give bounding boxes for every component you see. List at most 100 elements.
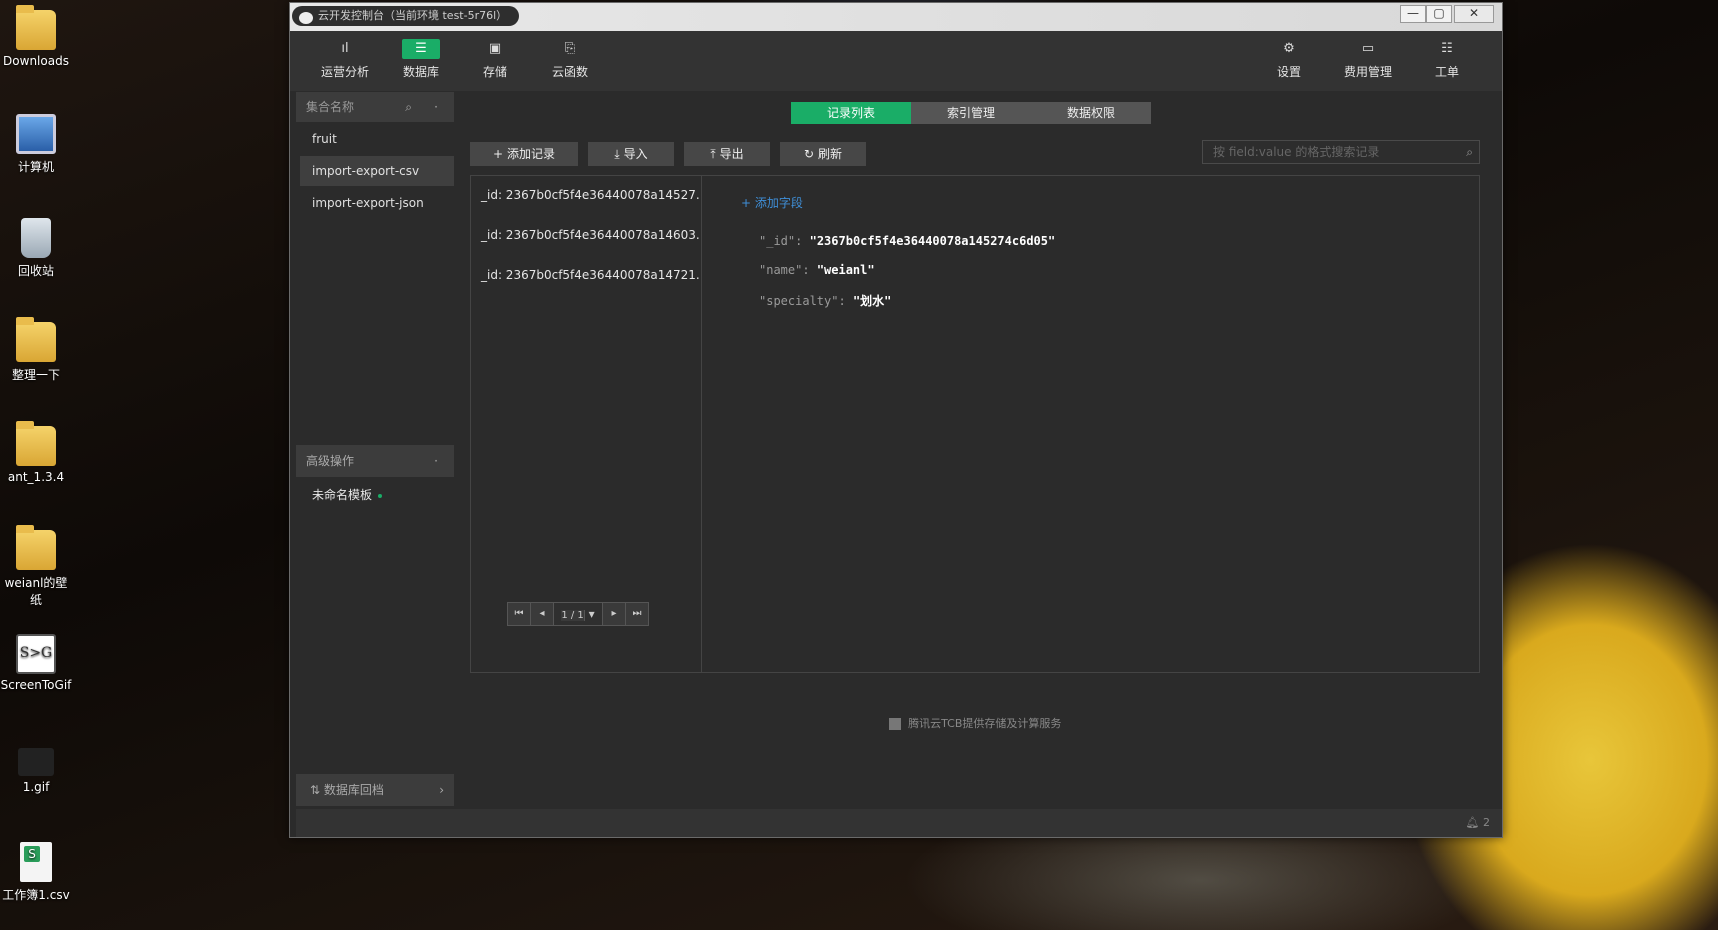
button-label: 导入 [623, 147, 648, 161]
screentogif-icon: S>G [16, 634, 56, 674]
desktop-icon-csv[interactable]: 工作簿1.csv [0, 842, 72, 903]
tool-settings[interactable]: ⚙ 设置 [1254, 39, 1324, 80]
tool-functions[interactable]: ⎘ 云函数 [535, 39, 605, 80]
desktop-icon-label: 整理一下 [11, 368, 60, 382]
advanced-item-template[interactable]: 未命名模板 [312, 486, 383, 503]
minimize-button[interactable]: — [1400, 5, 1426, 23]
provider-note: 腾讯云TCB提供存储及计算服务 [470, 715, 1480, 731]
provider-note-text: 腾讯云TCB提供存储及计算服务 [908, 717, 1062, 730]
ticket-icon: ☷ [1441, 41, 1453, 56]
advanced-header[interactable]: 高级操作 · [296, 445, 454, 477]
app-window: 云开发控制台（当前环境 test-5r76l） — ▢ ✕ ıl 运营分析 ☰ … [289, 2, 1503, 838]
top-toolbar: ıl 运营分析 ☰ 数据库 ▣ 存储 ⎘ 云函数 ⚙ 设置 ▭ 费用管理 ☷ 工… [290, 31, 1502, 91]
record-item[interactable]: _id: 2367b0cf5f4e36440078a14603... [471, 216, 701, 256]
search-icon[interactable]: ⌕ [405, 92, 412, 122]
tab-index-management[interactable]: 索引管理 [911, 102, 1031, 124]
maximize-button[interactable]: ▢ [1426, 5, 1452, 23]
database-icon: ☰ [402, 39, 440, 59]
page-select[interactable]: 1 / 1 ▾ [554, 603, 603, 625]
notification-bell[interactable]: 🔔︎ 2 [1466, 816, 1490, 829]
collection-header-label: 集合名称 [306, 100, 355, 114]
collection-header: 集合名称 ⌕ · [296, 92, 454, 122]
desktop-icon-recycle-bin[interactable]: 回收站 [0, 218, 72, 279]
status-bar: 🔔︎ 2 [296, 809, 1502, 837]
first-page-icon[interactable]: ⏮ [508, 603, 531, 625]
gif-file-icon [18, 748, 54, 776]
button-label: 刷新 [817, 147, 842, 161]
tool-label: 运营分析 [320, 65, 369, 79]
plus-icon: + [741, 196, 752, 210]
upload-icon: ⤒ [710, 147, 716, 161]
billing-icon: ▭ [1361, 41, 1375, 56]
tab-data-permissions[interactable]: 数据权限 [1031, 102, 1151, 124]
title-bar[interactable]: 云开发控制台（当前环境 test-5r76l） — ▢ ✕ [290, 3, 1502, 31]
records-panel: _id: 2367b0cf5f4e36440078a14527... _id: … [470, 175, 1480, 673]
tool-analytics[interactable]: ıl 运营分析 [310, 39, 380, 80]
folder-icon [16, 5, 56, 50]
tab-bar: 记录列表 索引管理 数据权限 [791, 102, 1151, 124]
add-field-label: 添加字段 [754, 196, 803, 210]
desktop-icon-label: ScreenToGif [0, 678, 72, 692]
desktop-icon-screentogif[interactable]: S>G ScreenToGif [0, 634, 72, 692]
desktop-icon-computer[interactable]: 计算机 [0, 114, 72, 175]
tool-database[interactable]: ☰ 数据库 [386, 39, 456, 80]
add-template-icon[interactable]: · [434, 445, 438, 477]
prev-page-icon[interactable]: ◂ [531, 603, 554, 625]
tool-label: 设置 [1276, 65, 1301, 79]
close-button[interactable]: ✕ [1454, 5, 1494, 23]
folder-icon [16, 317, 56, 362]
tool-billing[interactable]: ▭ 费用管理 [1333, 39, 1403, 80]
import-button[interactable]: ⤓ 导入 [588, 142, 674, 166]
tool-storage[interactable]: ▣ 存储 [460, 39, 530, 80]
tab-record-list[interactable]: 记录列表 [791, 102, 911, 124]
field-value[interactable]: "2367b0cf5f4e36440078a145274c6d05" [810, 234, 1056, 248]
add-record-button[interactable]: + 添加记录 [470, 142, 578, 166]
field-value[interactable]: "划水" [853, 294, 891, 308]
desktop-icon-ant[interactable]: ant_1.3.4 [0, 421, 72, 484]
plus-icon: + [493, 147, 504, 161]
tool-label: 数据库 [402, 65, 439, 79]
add-collection-icon[interactable]: · [434, 92, 438, 122]
computer-icon [16, 114, 56, 154]
gear-icon: ⚙ [1283, 41, 1295, 56]
record-detail: + 添加字段 "_id": "2367b0cf5f4e36440078a1452… [721, 176, 1479, 672]
desktop-icon-downloads[interactable]: Downloads [0, 5, 72, 68]
next-page-icon[interactable]: ▸ [603, 603, 626, 625]
desktop-icon-organize[interactable]: 整理一下 [0, 317, 72, 383]
field-value[interactable]: "weianl" [817, 263, 875, 277]
pagination: ⏮ ◂ 1 / 1 ▾ ▸ ⏭ [507, 602, 649, 626]
export-button[interactable]: ⤒ 导出 [684, 142, 770, 166]
bell-icon: 🔔︎ [1465, 816, 1480, 829]
search-icon[interactable]: ⌕ [1466, 141, 1473, 163]
window-title: 云开发控制台（当前环境 test-5r76l） [292, 6, 520, 26]
record-search-input[interactable]: 按 field:value 的格式搜索记录 ⌕ [1202, 140, 1480, 164]
collection-item-fruit[interactable]: fruit [296, 124, 454, 154]
field-key: "name": [759, 263, 810, 277]
field-row-specialty[interactable]: "specialty": "划水" [759, 292, 891, 309]
desktop-icon-label: 计算机 [17, 160, 54, 174]
button-label: 导出 [719, 147, 744, 161]
chevron-right-icon: › [439, 783, 444, 797]
add-field-button[interactable]: + 添加字段 [741, 194, 803, 211]
tool-label: 工单 [1434, 65, 1459, 79]
tool-label: 存储 [482, 65, 507, 79]
field-row-name[interactable]: "name": "weianl" [759, 263, 875, 277]
collection-item-import-export-json[interactable]: import-export-json [296, 188, 454, 218]
desktop-icon-label: weianl的壁纸 [4, 576, 68, 607]
refresh-button[interactable]: ↻ 刷新 [780, 142, 866, 166]
last-page-icon[interactable]: ⏭ [626, 603, 648, 625]
desktop-icon-wallpaper[interactable]: weianl的壁纸 [0, 525, 72, 608]
bar-chart-icon: ıl [341, 41, 349, 56]
tool-tickets[interactable]: ☷ 工单 [1412, 39, 1482, 80]
status-dot-icon [378, 493, 383, 498]
field-row-id[interactable]: "_id": "2367b0cf5f4e36440078a145274c6d05… [759, 234, 1055, 248]
field-key: "specialty": [759, 294, 846, 308]
collection-item-import-export-csv[interactable]: import-export-csv [300, 156, 454, 186]
record-item[interactable]: _id: 2367b0cf5f4e36440078a14527... [471, 176, 701, 216]
record-item[interactable]: _id: 2367b0cf5f4e36440078a14721... [471, 256, 701, 296]
folder-icon [16, 525, 56, 570]
desktop-icon-gif[interactable]: 1.gif [0, 738, 72, 794]
main-content: 记录列表 索引管理 数据权限 + 添加记录 ⤓ 导入 ⤒ 导出 ↻ 刷新 按 f [470, 92, 1480, 809]
db-rollback-button[interactable]: ⇅ 数据库回档 › [296, 774, 454, 806]
field-key: "_id": [759, 234, 803, 248]
